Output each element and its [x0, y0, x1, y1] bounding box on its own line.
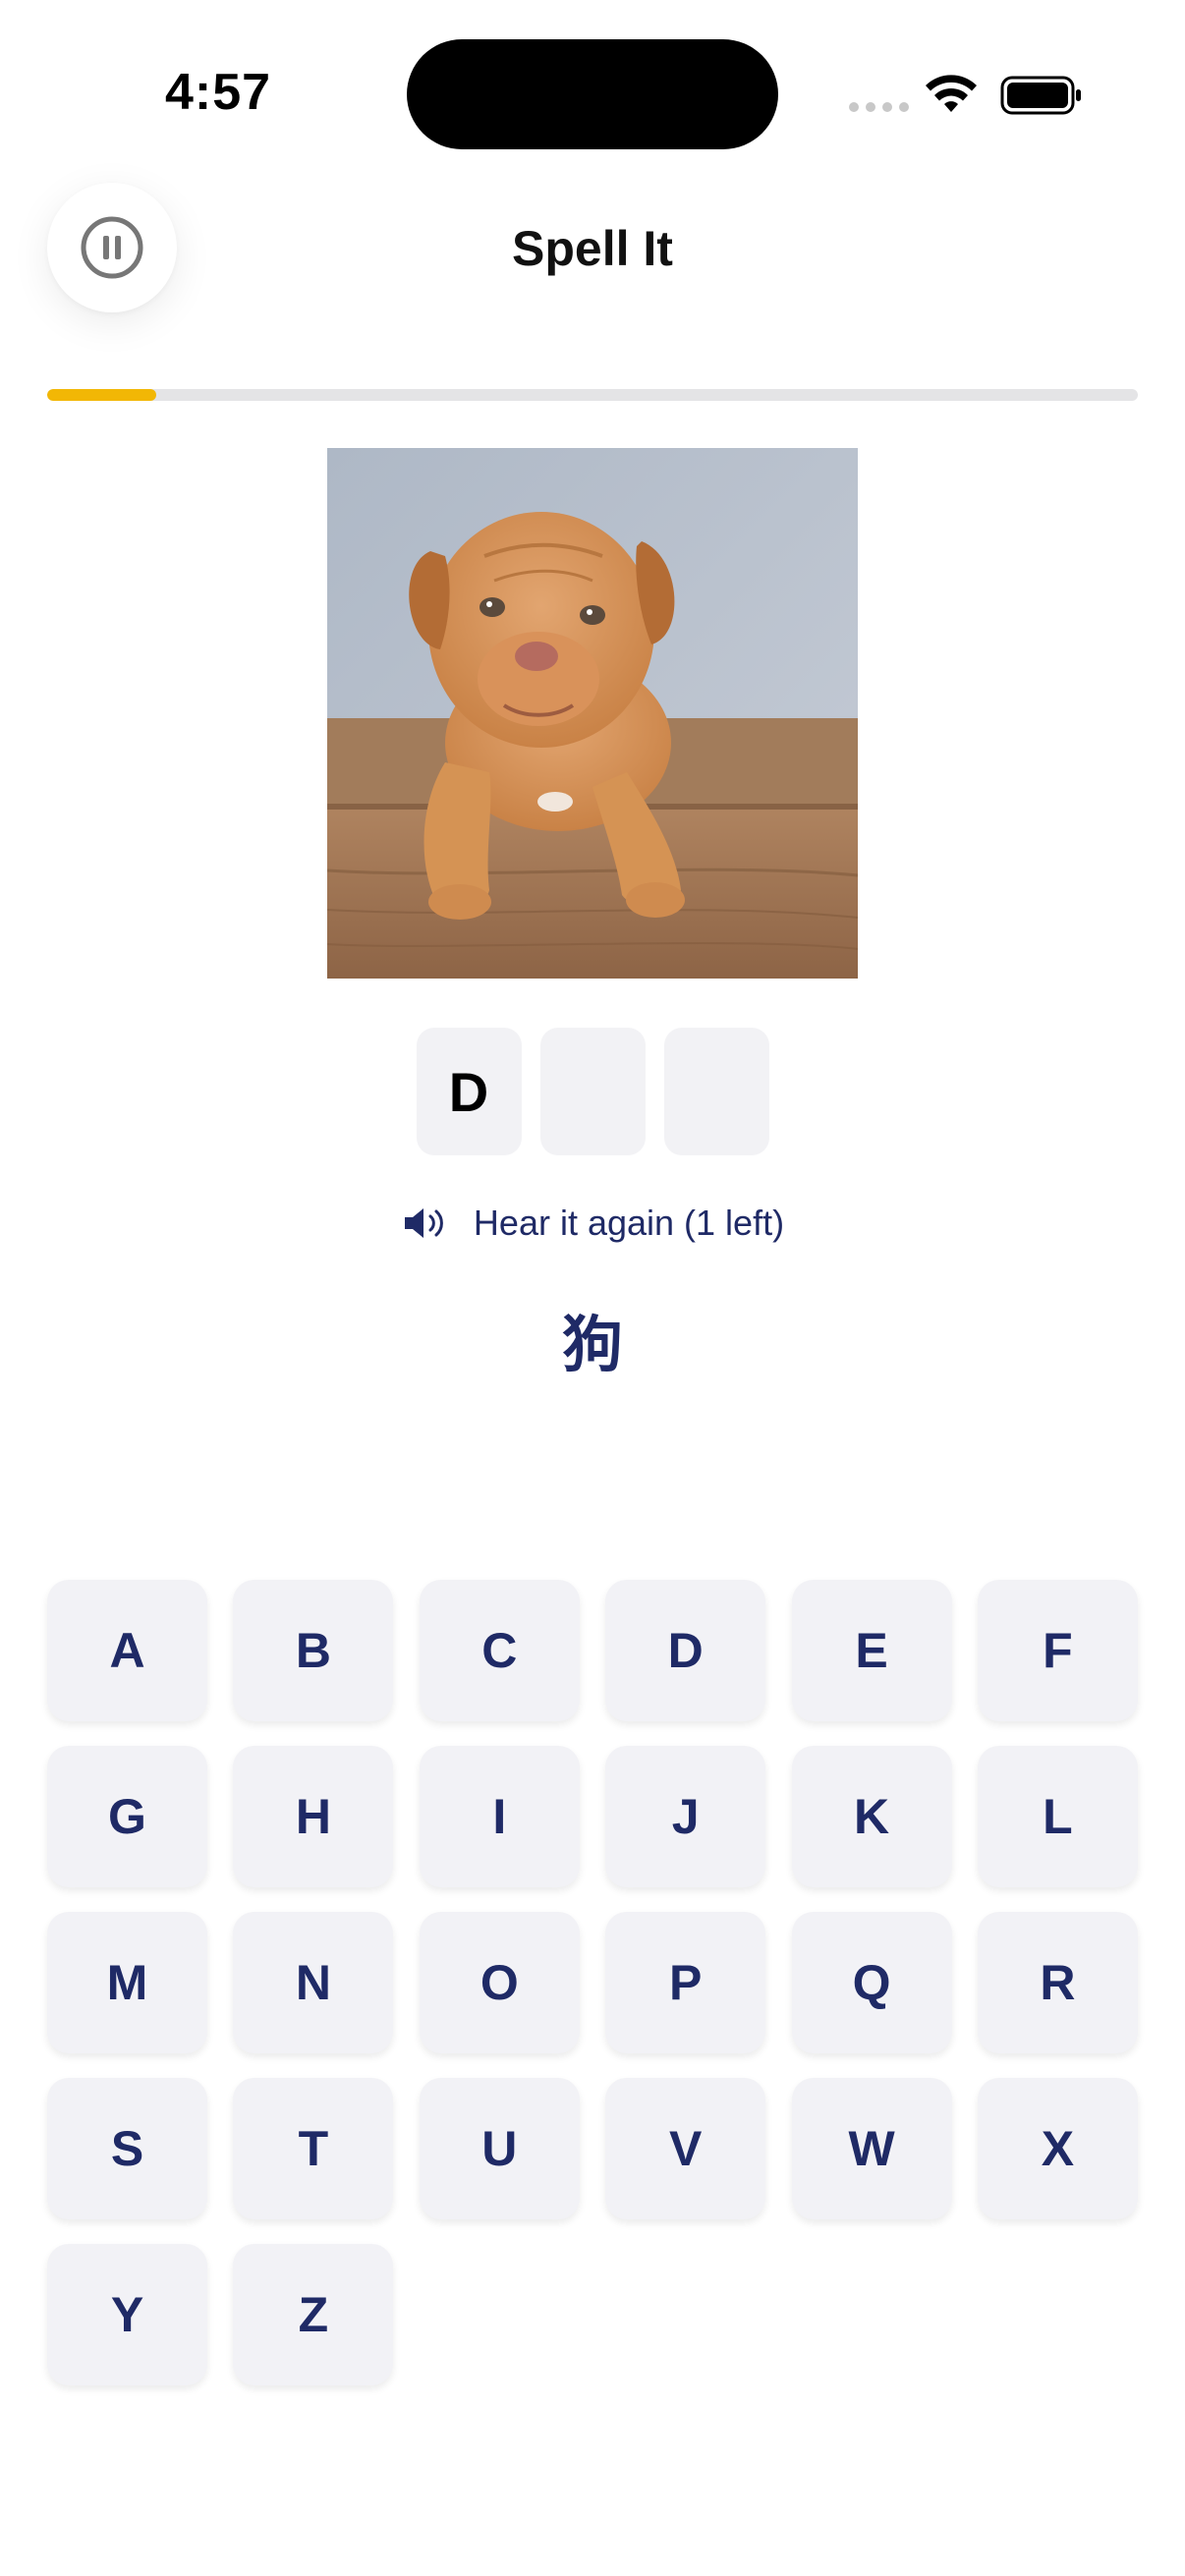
page-title: Spell It	[512, 221, 673, 276]
battery-icon	[1000, 76, 1081, 115]
key-r[interactable]: R	[977, 1912, 1138, 2053]
cellular-signal-icon	[849, 102, 909, 112]
translation-text: 狗	[561, 1309, 623, 1380]
hear-again-label: Hear it again (1 left)	[473, 1203, 785, 1243]
letter-keyboard: ABCDEF GHIJKL MNOPQR STUVWX YZ	[47, 1580, 1138, 2385]
key-k[interactable]: K	[791, 1746, 952, 1887]
key-t[interactable]: T	[233, 2078, 394, 2219]
key-e[interactable]: E	[791, 1580, 952, 1721]
progress-bar-fill	[47, 389, 156, 401]
speaker-icon	[404, 1208, 443, 1238]
key-j[interactable]: J	[605, 1746, 766, 1887]
key-i[interactable]: I	[419, 1746, 580, 1887]
answer-slot[interactable]: D	[416, 1028, 522, 1155]
key-l[interactable]: L	[977, 1746, 1138, 1887]
key-h[interactable]: H	[233, 1746, 394, 1887]
hear-again-button[interactable]: Hear it again (1 left)	[0, 1203, 1185, 1244]
key-v[interactable]: V	[605, 2078, 766, 2219]
key-a[interactable]: A	[47, 1580, 207, 1721]
key-b[interactable]: B	[233, 1580, 394, 1721]
puppy-photo	[327, 448, 858, 979]
key-d[interactable]: D	[605, 1580, 766, 1721]
key-p[interactable]: P	[605, 1912, 766, 2053]
key-c[interactable]: C	[419, 1580, 580, 1721]
key-g[interactable]: G	[47, 1746, 207, 1887]
key-o[interactable]: O	[419, 1912, 580, 2053]
key-x[interactable]: X	[977, 2078, 1138, 2219]
key-y[interactable]: Y	[47, 2244, 207, 2385]
progress-bar	[47, 389, 1138, 401]
dynamic-island	[407, 39, 778, 149]
key-n[interactable]: N	[233, 1912, 394, 2053]
status-time: 4:57	[165, 64, 272, 121]
answer-slot[interactable]	[663, 1028, 769, 1155]
key-w[interactable]: W	[791, 2078, 952, 2219]
wifi-icon	[926, 75, 977, 112]
key-f[interactable]: F	[977, 1580, 1138, 1721]
key-z[interactable]: Z	[233, 2244, 394, 2385]
answer-slot[interactable]	[539, 1028, 646, 1155]
key-u[interactable]: U	[419, 2078, 580, 2219]
key-m[interactable]: M	[47, 1912, 207, 2053]
key-s[interactable]: S	[47, 2078, 207, 2219]
answer-slots: D	[0, 1028, 1185, 1155]
key-q[interactable]: Q	[791, 1912, 952, 2053]
